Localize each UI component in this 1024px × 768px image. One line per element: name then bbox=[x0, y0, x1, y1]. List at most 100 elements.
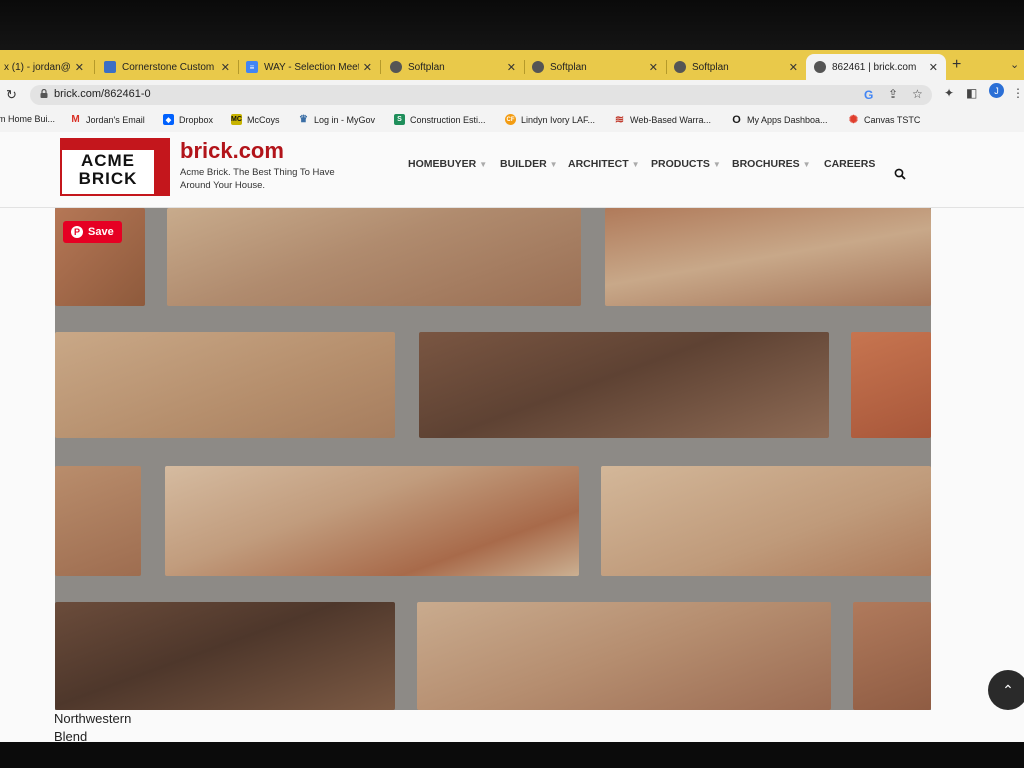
brick bbox=[55, 602, 395, 710]
close-icon[interactable]: ✕ bbox=[221, 61, 230, 74]
nav-products[interactable]: PRODUCTS ▼ bbox=[651, 158, 721, 170]
nav-label: ARCHITECT bbox=[568, 158, 629, 170]
profile-avatar[interactable]: J bbox=[989, 83, 1004, 98]
brick bbox=[417, 602, 831, 710]
nav-label: PRODUCTS bbox=[651, 158, 710, 170]
tab-brick-active[interactable]: 862461 | brick.com ✕ bbox=[806, 54, 946, 80]
site-domain-title[interactable]: brick.com bbox=[180, 138, 284, 164]
tab-title: Softplan bbox=[692, 61, 729, 73]
monitor-bezel-top bbox=[0, 0, 1024, 52]
warranty-icon: ≋ bbox=[614, 114, 625, 126]
lock-icon[interactable] bbox=[40, 89, 48, 98]
bookmark-label: Canvas TSTC bbox=[864, 114, 921, 125]
bookmark-label: Construction Esti... bbox=[410, 114, 486, 125]
myapps-icon: O bbox=[732, 113, 741, 126]
brick bbox=[165, 466, 579, 576]
bookmarks-bar: m Home Bui... M Jordan's Email ◆ Dropbox… bbox=[0, 110, 1024, 133]
nav-architect[interactable]: ARCHITECT ▼ bbox=[568, 158, 640, 170]
bookmark-construction-estimate[interactable]: S Construction Esti... bbox=[394, 114, 486, 125]
bookmark-jordans-email[interactable]: M Jordan's Email bbox=[70, 114, 145, 125]
bookmark-my-apps[interactable]: O My Apps Dashboa... bbox=[731, 113, 828, 126]
lindyn-icon: CF bbox=[505, 114, 516, 125]
nav-label: BROCHURES bbox=[732, 158, 800, 170]
menu-icon[interactable]: ⋮ bbox=[1012, 86, 1024, 100]
site-icon bbox=[104, 61, 116, 73]
scroll-to-top-button[interactable]: ⌃ bbox=[988, 670, 1024, 710]
pinterest-icon: P bbox=[71, 226, 83, 238]
close-icon[interactable]: ✕ bbox=[789, 61, 798, 74]
extensions-icon[interactable]: ✦ bbox=[944, 86, 954, 100]
close-icon[interactable]: ✕ bbox=[507, 61, 516, 74]
search-icon[interactable] bbox=[894, 168, 906, 180]
nav-label: HOMEBUYER bbox=[408, 158, 477, 170]
nav-careers[interactable]: CAREERS bbox=[824, 158, 875, 170]
pinterest-save-button[interactable]: P Save bbox=[63, 221, 122, 243]
tab-title: Softplan bbox=[408, 61, 445, 73]
bookmark-label: McCoys bbox=[247, 114, 280, 125]
bookmark-lindyn-ivory[interactable]: CF Lindyn Ivory LAF... bbox=[505, 114, 595, 125]
save-label: Save bbox=[88, 226, 114, 238]
bookmark-label: My Apps Dashboa... bbox=[747, 114, 828, 125]
bookmark-dropbox[interactable]: ◆ Dropbox bbox=[163, 114, 213, 125]
tab-search-icon[interactable]: ⌄ bbox=[1010, 58, 1019, 71]
brick-product-image[interactable] bbox=[55, 208, 931, 710]
tab-softplan-1[interactable]: Softplan ✕ bbox=[382, 54, 524, 80]
site-header: ACME BRICK brick.com Acme Brick. The Best… bbox=[0, 132, 1024, 208]
nav-label: CAREERS bbox=[824, 158, 876, 170]
globe-icon bbox=[674, 61, 686, 73]
bookmark-canvas[interactable]: ✺ Canvas TSTC bbox=[848, 114, 921, 126]
bookmark-mccoys[interactable]: MC McCoys bbox=[231, 114, 280, 125]
tab-softplan-2[interactable]: Softplan ✕ bbox=[524, 54, 666, 80]
bookmark-label: Jordan's Email bbox=[86, 114, 145, 125]
nav-builder[interactable]: BUILDER ▼ bbox=[500, 158, 558, 170]
acme-brick-logo[interactable]: ACME BRICK bbox=[60, 138, 170, 196]
close-icon[interactable]: ✕ bbox=[363, 61, 372, 74]
nav-brochures[interactable]: BROCHURES ▼ bbox=[732, 158, 811, 170]
tab-email[interactable]: x (1) - jordan@co ✕ bbox=[0, 54, 92, 80]
url-text[interactable]: brick.com/862461-0 bbox=[54, 88, 151, 100]
address-row: ↻ brick.com/862461-0 G ⇪ ☆ ✦ ◧ ⋮ bbox=[0, 80, 1024, 110]
canvas-icon: ✺ bbox=[848, 114, 859, 126]
nav-homebuyer[interactable]: HOMEBUYER ▼ bbox=[408, 158, 487, 170]
doc-icon: ≡ bbox=[246, 61, 258, 73]
bookmark-label: Dropbox bbox=[179, 114, 214, 125]
brick bbox=[853, 602, 931, 710]
google-icon[interactable]: G bbox=[864, 88, 873, 102]
address-bar[interactable]: brick.com/862461-0 G ⇪ ☆ bbox=[30, 85, 932, 105]
bookmark-home-builder[interactable]: m Home Bui... bbox=[0, 114, 55, 124]
tab-cornerstone[interactable]: Cornerstone Custom ✕ bbox=[96, 54, 238, 80]
estimate-icon: S bbox=[394, 114, 405, 125]
browser-window: x (1) - jordan@co ✕ Cornerstone Custom ✕… bbox=[0, 50, 1024, 744]
bookmark-label: Lindyn Ivory LAF... bbox=[521, 114, 596, 125]
bookmark-mygov[interactable]: ♛ Log in - MyGov bbox=[298, 114, 375, 125]
reload-icon[interactable]: ↻ bbox=[6, 87, 17, 103]
new-tab-button[interactable]: + bbox=[952, 56, 961, 74]
brick bbox=[605, 208, 931, 306]
tab-title: Softplan bbox=[550, 61, 587, 73]
bookmark-label: Log in - MyGov bbox=[314, 114, 376, 125]
chevron-down-icon: ▼ bbox=[631, 159, 640, 169]
brick bbox=[601, 466, 931, 576]
side-panel-icon[interactable]: ◧ bbox=[966, 86, 977, 100]
tab-title: WAY - Selection Meet bbox=[264, 61, 359, 73]
logo-inner: ACME BRICK bbox=[62, 150, 154, 194]
share-icon[interactable]: ⇪ bbox=[888, 87, 898, 101]
tab-way-selection[interactable]: ≡ WAY - Selection Meet ✕ bbox=[238, 54, 380, 80]
bookmark-star-icon[interactable]: ☆ bbox=[912, 87, 923, 101]
brick bbox=[419, 332, 829, 438]
close-icon[interactable]: ✕ bbox=[649, 61, 658, 74]
brick bbox=[55, 332, 395, 438]
product-name: Northwestern Blend bbox=[54, 711, 132, 744]
close-icon[interactable]: ✕ bbox=[75, 61, 84, 74]
nav-label: BUILDER bbox=[500, 158, 547, 170]
globe-icon bbox=[532, 61, 544, 73]
chevron-down-icon: ▼ bbox=[802, 159, 811, 169]
bookmark-web-warranty[interactable]: ≋ Web-Based Warra... bbox=[614, 114, 711, 126]
close-icon[interactable]: ✕ bbox=[929, 61, 938, 74]
brick bbox=[851, 332, 931, 438]
chevron-down-icon: ▼ bbox=[712, 159, 721, 169]
tab-title: Cornerstone Custom bbox=[122, 61, 215, 73]
tab-title: 862461 | brick.com bbox=[832, 61, 917, 73]
tab-softplan-3[interactable]: Softplan ✕ bbox=[666, 54, 806, 80]
chevron-up-icon: ⌃ bbox=[1002, 681, 1014, 698]
